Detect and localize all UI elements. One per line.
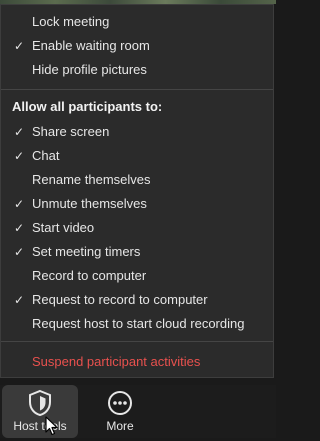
menu-item-hide-profile-pictures[interactable]: Hide profile pictures bbox=[1, 58, 273, 82]
host-tools-label: Host tools bbox=[13, 419, 67, 433]
menu-item-rename-themselves[interactable]: Rename themselves bbox=[1, 168, 273, 192]
host-tools-button[interactable]: Host tools bbox=[2, 385, 78, 438]
host-tools-menu: Lock meeting ✓ Enable waiting room Hide … bbox=[0, 4, 274, 378]
menu-item-lock-meeting[interactable]: Lock meeting bbox=[1, 10, 273, 34]
section-title-allow-participants: Allow all participants to: bbox=[12, 99, 163, 114]
menu-item-unmute-themselves[interactable]: ✓ Unmute themselves bbox=[1, 192, 273, 216]
menu-item-request-to-record[interactable]: ✓ Request to record to computer bbox=[1, 288, 273, 312]
menu-item-chat[interactable]: ✓ Chat bbox=[1, 144, 273, 168]
menu-item-record-to-computer[interactable]: Record to computer bbox=[1, 264, 273, 288]
more-button[interactable]: More bbox=[82, 385, 158, 438]
more-dots-icon bbox=[106, 389, 134, 420]
menu-item-enable-waiting-room[interactable]: ✓ Enable waiting room bbox=[1, 34, 273, 58]
meeting-toolbar: Host tools More bbox=[0, 385, 276, 438]
menu-item-suspend-participant-activities[interactable]: Suspend participant activities bbox=[1, 350, 273, 374]
check-icon: ✓ bbox=[14, 245, 25, 259]
check-icon: ✓ bbox=[14, 197, 25, 211]
check-icon: ✓ bbox=[14, 125, 25, 139]
check-icon: ✓ bbox=[14, 149, 25, 163]
menu-item-share-screen[interactable]: ✓ Share screen bbox=[1, 120, 273, 144]
check-icon: ✓ bbox=[14, 39, 25, 53]
more-label: More bbox=[106, 419, 134, 433]
menu-item-request-cloud-recording[interactable]: Request host to start cloud recording bbox=[1, 312, 273, 336]
menu-item-set-meeting-timers[interactable]: ✓ Set meeting timers bbox=[1, 240, 273, 264]
menu-divider bbox=[1, 341, 273, 342]
menu-item-start-video[interactable]: ✓ Start video bbox=[1, 216, 273, 240]
check-icon: ✓ bbox=[14, 293, 25, 307]
check-icon: ✓ bbox=[14, 221, 25, 235]
menu-divider bbox=[1, 89, 273, 90]
mouse-cursor-icon bbox=[45, 416, 59, 441]
